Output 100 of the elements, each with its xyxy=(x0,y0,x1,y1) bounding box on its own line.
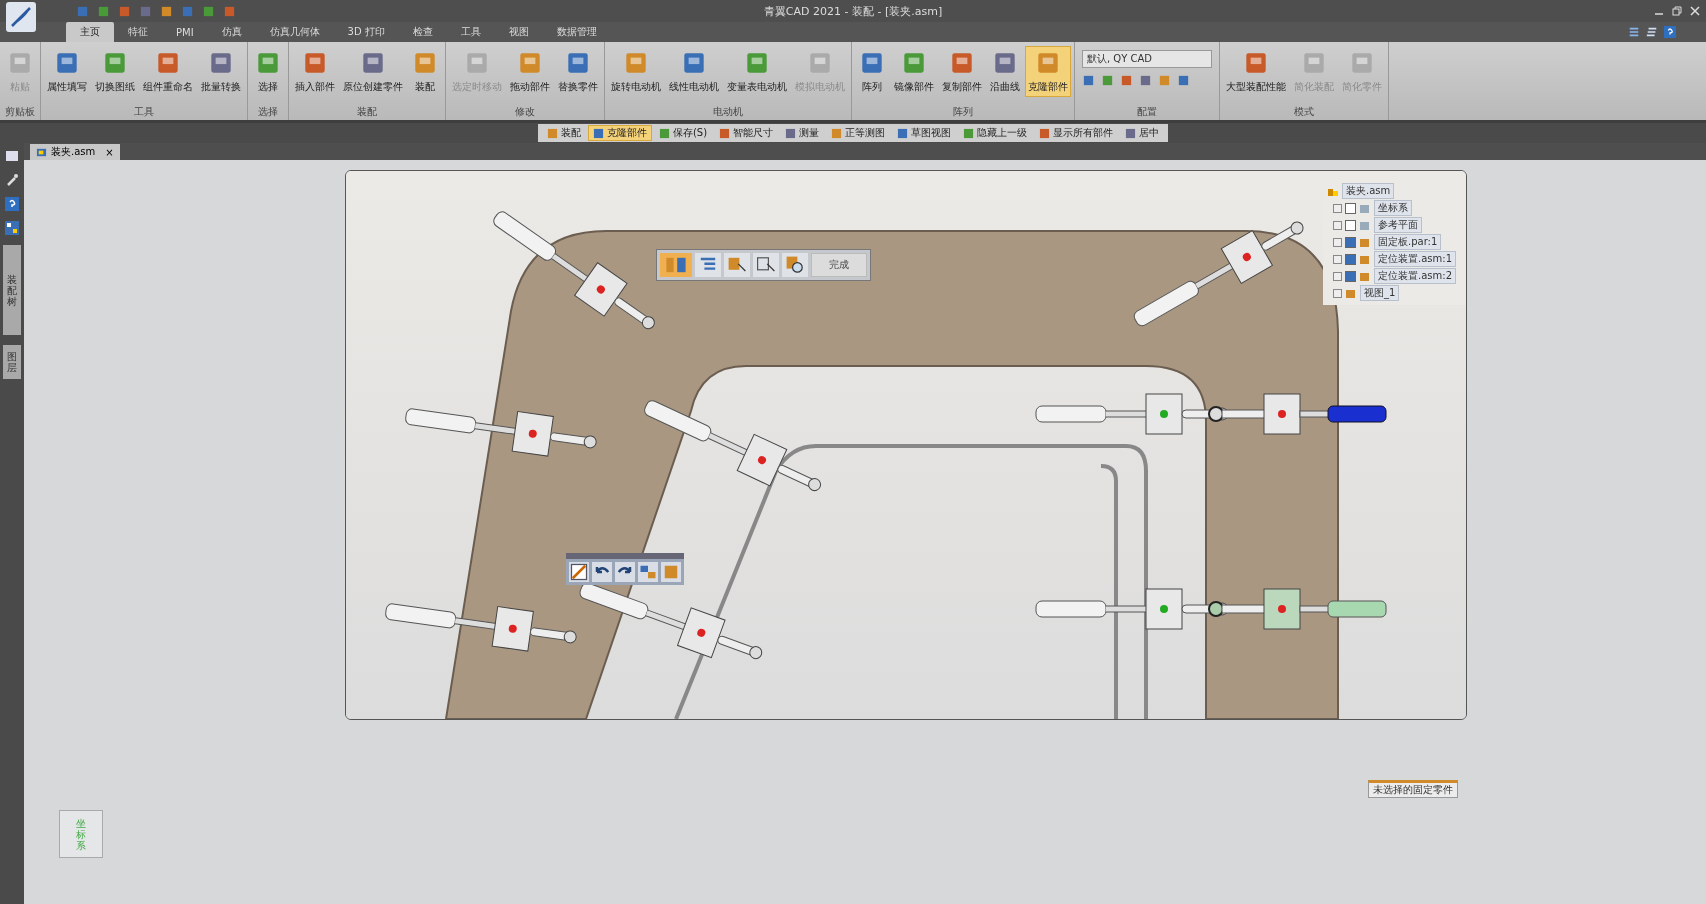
close-icon[interactable] xyxy=(1690,6,1700,16)
status-label: 未选择的固定零件 xyxy=(1368,780,1458,798)
ribbon-button[interactable]: 插入部件 xyxy=(292,46,338,97)
list-icon[interactable] xyxy=(1628,26,1640,38)
help-icon[interactable] xyxy=(1664,26,1676,38)
ribbon-group-label: 模式 xyxy=(1293,105,1315,119)
restore-icon[interactable] xyxy=(1672,6,1682,16)
tree-item[interactable]: 定位装置.asm:1 xyxy=(1374,251,1456,267)
ribbon-button[interactable]: 原位创建零件 xyxy=(340,46,406,97)
ribbon-button[interactable]: 阵列 xyxy=(855,46,889,97)
tree-item[interactable]: 视图_1 xyxy=(1360,285,1400,301)
ribbon-tab[interactable]: 视图 xyxy=(494,22,543,42)
close-tab-button[interactable]: × xyxy=(105,146,114,158)
panel-icon[interactable] xyxy=(5,149,19,163)
checkbox[interactable] xyxy=(1345,253,1356,265)
ribbon-button[interactable]: 克隆部件 xyxy=(1025,46,1071,97)
ribbon-group-label: 配置 xyxy=(1136,105,1158,119)
list-icon[interactable] xyxy=(1646,26,1658,38)
ribbon-button[interactable]: 复制部件 xyxy=(939,46,985,97)
ribbon-tab[interactable]: 数据管理 xyxy=(542,22,611,42)
redo-icon[interactable] xyxy=(615,562,635,582)
configuration-tool-icon[interactable] xyxy=(1120,74,1133,87)
wrench-icon[interactable] xyxy=(5,173,19,187)
ribbon-tab[interactable]: 检查 xyxy=(398,22,447,42)
tree-item[interactable]: 固定板.par:1 xyxy=(1374,234,1442,250)
help-icon[interactable] xyxy=(5,197,19,211)
command-icon xyxy=(785,127,797,139)
swap-icon[interactable] xyxy=(638,562,658,582)
done-button[interactable]: 完成 xyxy=(811,253,867,277)
tree-item[interactable]: 装夹.asm xyxy=(1342,183,1395,199)
outline-cursor-icon[interactable] xyxy=(753,253,779,277)
ribbon-button[interactable]: 大型装配性能 xyxy=(1223,46,1289,97)
quick-access-icon[interactable] xyxy=(118,4,131,18)
checkbox[interactable] xyxy=(1345,270,1356,282)
tree-item[interactable]: 参考平面 xyxy=(1374,217,1422,233)
configuration-dropdown[interactable]: 默认, QY CAD xyxy=(1082,50,1212,68)
quick-access-icon[interactable] xyxy=(97,4,110,18)
ribbon-button[interactable]: 替换零件 xyxy=(555,46,601,97)
ribbon-group-label: 选择 xyxy=(257,105,279,119)
part-icon[interactable] xyxy=(661,562,681,582)
command-button[interactable]: 智能尺寸 xyxy=(714,125,779,141)
zoom-part-icon[interactable] xyxy=(782,253,808,277)
app-logo-icon[interactable] xyxy=(4,2,38,32)
command-button[interactable]: 正等测图 xyxy=(826,125,891,141)
tree-item[interactable]: 定位装置.asm:2 xyxy=(1374,268,1456,284)
ribbon-button[interactable]: 镜像部件 xyxy=(891,46,937,97)
quick-access-icon[interactable] xyxy=(223,4,236,18)
checkbox[interactable] xyxy=(1345,202,1356,214)
configuration-tool-icon[interactable] xyxy=(1082,74,1095,87)
ribbon-group-label: 修改 xyxy=(514,105,536,119)
list-icon[interactable] xyxy=(695,253,721,277)
command-button[interactable]: 测量 xyxy=(780,125,825,141)
ribbon-tab[interactable]: 3D 打印 xyxy=(333,22,399,42)
ribbon-tab[interactable]: PMI xyxy=(162,22,208,42)
ribbon-button[interactable]: 属性填写 xyxy=(44,46,90,97)
ribbon-button[interactable]: 选择 xyxy=(251,46,285,97)
ribbon-group-label: 剪贴板 xyxy=(4,105,36,119)
part-icon xyxy=(1359,270,1371,282)
ribbon-button[interactable]: 装配 xyxy=(408,46,442,97)
ribbon-button[interactable]: 拖动部件 xyxy=(507,46,553,97)
command-icon xyxy=(592,127,604,139)
command-button[interactable]: 显示所有部件 xyxy=(1034,125,1119,141)
sketch-icon[interactable] xyxy=(569,562,589,582)
command-button[interactable]: 克隆部件 xyxy=(587,125,652,141)
ribbon-tab[interactable]: 主页 xyxy=(66,22,114,42)
configuration-tool-icon[interactable] xyxy=(1177,74,1190,87)
checkbox[interactable] xyxy=(1345,236,1356,248)
quick-access-icon[interactable] xyxy=(202,4,215,18)
side-panel-tab[interactable]: 装配树 xyxy=(3,245,21,335)
command-button[interactable]: 保存(S) xyxy=(653,125,713,141)
quick-access-icon[interactable] xyxy=(160,4,173,18)
ribbon-button[interactable]: 组件重命名 xyxy=(140,46,196,97)
command-button[interactable]: 居中 xyxy=(1120,125,1165,141)
ribbon-tab[interactable]: 仿真几何体 xyxy=(255,22,334,42)
ribbon-group-label: 工具 xyxy=(133,105,155,119)
ribbon-tab[interactable]: 仿真 xyxy=(207,22,256,42)
ribbon-tab[interactable]: 工具 xyxy=(446,22,495,42)
tree-item[interactable]: 坐标系 xyxy=(1374,200,1412,216)
side-panel-tab[interactable]: 图层 xyxy=(3,345,21,379)
document-tab[interactable]: 装夹.asm × xyxy=(30,144,120,160)
part-cursor-icon[interactable] xyxy=(724,253,750,277)
configuration-tool-icon[interactable] xyxy=(1101,74,1114,87)
command-button[interactable]: 隐藏上一级 xyxy=(958,125,1033,141)
ribbon-button[interactable]: 切换图纸 xyxy=(92,46,138,97)
command-button[interactable]: 草图视图 xyxy=(892,125,957,141)
ribbon-button[interactable]: 线性电动机 xyxy=(666,46,722,97)
checkbox[interactable] xyxy=(1345,219,1356,231)
ribbon-button[interactable]: 旋转电动机 xyxy=(608,46,664,97)
ribbon-group-label: 阵列 xyxy=(952,105,974,119)
grid-icon[interactable] xyxy=(5,221,19,235)
ribbon-button[interactable]: 批量转换 xyxy=(198,46,244,97)
ribbon-button[interactable]: 变量表电动机 xyxy=(724,46,790,97)
command-icon xyxy=(1039,127,1051,139)
clone-parts-icon[interactable] xyxy=(660,253,692,277)
ribbon-button[interactable]: 沿曲线 xyxy=(987,46,1023,97)
command-button[interactable]: 装配 xyxy=(541,125,586,141)
undo-icon[interactable] xyxy=(592,562,612,582)
ribbon-tab[interactable]: 特征 xyxy=(114,22,162,42)
configuration-tool-icon[interactable] xyxy=(1139,74,1152,87)
command-icon xyxy=(897,127,909,139)
